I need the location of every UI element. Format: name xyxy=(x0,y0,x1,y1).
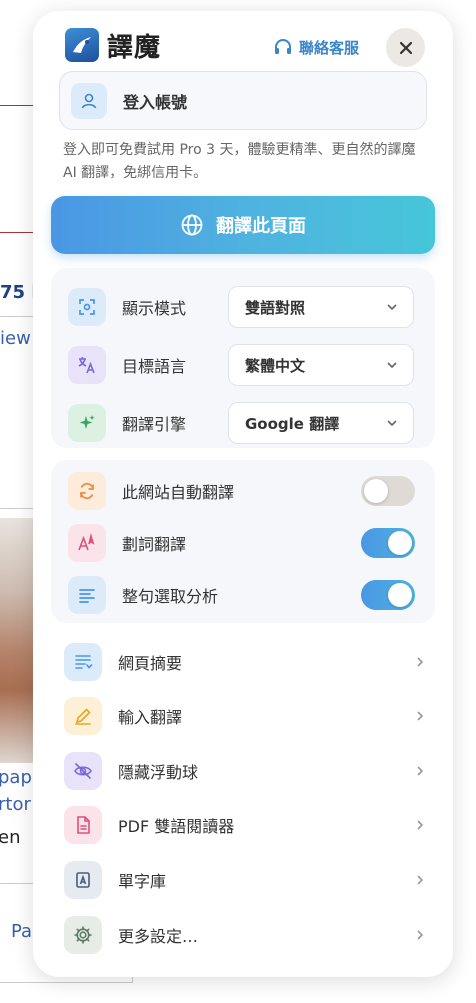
translate-page-label: 翻譯此頁面 xyxy=(216,216,306,237)
bg-link[interactable]: rtor xyxy=(0,794,31,815)
refresh-icon xyxy=(68,472,106,510)
menu-item-label: 輸入翻譯 xyxy=(118,708,183,727)
align-left-icon xyxy=(68,576,106,614)
toggle-knob xyxy=(388,531,412,555)
close-icon xyxy=(399,41,412,54)
toggle-knob xyxy=(388,583,412,607)
menu-item-wordbook[interactable]: 單字庫 xyxy=(47,855,439,905)
scan-icon xyxy=(68,288,106,326)
chevron-down-icon xyxy=(387,362,397,369)
summary-icon xyxy=(64,643,102,681)
login-label: 登入帳號 xyxy=(123,92,188,112)
sentence-analysis-toggle[interactable] xyxy=(361,580,415,610)
menu-item-page-summary[interactable]: 網頁摘要 xyxy=(47,637,439,687)
app-logo-icon xyxy=(65,28,99,62)
chevron-right-icon xyxy=(417,711,424,721)
menu-item-more-settings[interactable]: 更多設定… xyxy=(47,910,439,960)
sparkle-icon xyxy=(68,404,106,442)
auto-translate-label: 此網站自動翻譯 xyxy=(122,483,235,502)
gear-icon xyxy=(64,916,102,954)
translation-engine-row: 翻譯引擎 Google 翻譯 xyxy=(51,400,435,446)
chevron-down-icon xyxy=(387,304,397,311)
settings-card: 顯示模式 雙語對照 目標語言 繁體中文 翻譯引擎 Google 翻譯 xyxy=(51,268,435,448)
chevron-right-icon xyxy=(417,930,424,940)
target-language-select[interactable]: 繁體中文 xyxy=(228,344,414,386)
auto-translate-toggle[interactable] xyxy=(361,476,415,506)
bg-link[interactable]: pap xyxy=(0,767,32,788)
close-button[interactable] xyxy=(386,28,425,67)
sentence-analysis-label: 整句選取分析 xyxy=(122,587,219,606)
translate-page-button[interactable]: 翻譯此頁面 xyxy=(51,196,435,254)
app-logo-text: 譯魔 xyxy=(107,33,162,63)
headset-icon xyxy=(275,38,291,54)
text-select-icon xyxy=(68,524,106,562)
auto-translate-row: 此網站自動翻譯 xyxy=(51,468,435,514)
menu-item-input-translate[interactable]: 輸入翻譯 xyxy=(47,691,439,741)
wordbook-icon xyxy=(64,861,102,899)
background-image xyxy=(0,518,36,763)
login-button[interactable]: 登入帳號 xyxy=(59,71,427,130)
support-label: 聯絡客服 xyxy=(299,39,360,57)
display-mode-label: 顯示模式 xyxy=(122,299,187,318)
bg-link[interactable]: iew xyxy=(0,328,31,349)
target-language-value: 繁體中文 xyxy=(245,356,306,375)
display-mode-row: 顯示模式 雙語對照 xyxy=(51,284,435,330)
selection-translate-toggle[interactable] xyxy=(361,528,415,558)
user-icon xyxy=(71,82,107,119)
target-language-label: 目標語言 xyxy=(122,357,187,376)
menu-item-label: 更多設定… xyxy=(118,927,199,946)
target-language-row: 目標語言 繁體中文 xyxy=(51,342,435,388)
pdf-icon xyxy=(64,806,102,844)
menu-item-pdf-reader[interactable]: PDF 雙語閱讀器 xyxy=(47,800,439,850)
translation-engine-select[interactable]: Google 翻譯 xyxy=(228,402,414,444)
translator-popup: 譯魔 聯絡客服 登入帳號 登入即可免費試用 Pro 3 天，體驗更精準、更自然的… xyxy=(33,11,453,977)
menu-item-label: 單字庫 xyxy=(118,872,167,891)
menu-item-hide-float-ball[interactable]: 隱藏浮動球 xyxy=(47,746,439,796)
chevron-right-icon xyxy=(417,766,424,776)
chevron-right-icon xyxy=(417,657,424,667)
toggles-card: 此網站自動翻譯 劃詞翻譯 整句選取分析 xyxy=(51,460,435,623)
selection-translate-label: 劃詞翻譯 xyxy=(122,535,187,554)
menu-item-label: 隱藏浮動球 xyxy=(118,763,199,782)
pencil-icon xyxy=(64,697,102,735)
display-mode-value: 雙語對照 xyxy=(245,298,306,317)
menu-item-label: 網頁摘要 xyxy=(118,654,183,673)
globe-icon xyxy=(181,214,203,236)
chevron-down-icon xyxy=(387,420,397,427)
translation-engine-value: Google 翻譯 xyxy=(245,414,340,433)
chevron-right-icon xyxy=(417,875,424,885)
trial-promo-text: 登入即可免費試用 Pro 3 天，體驗更精準、更自然的譯魔 AI 翻譯，免綁信用… xyxy=(63,142,416,181)
display-mode-select[interactable]: 雙語對照 xyxy=(228,286,414,328)
selection-translate-row: 劃詞翻譯 xyxy=(51,520,435,566)
eye-off-icon xyxy=(64,752,102,790)
sentence-analysis-row: 整句選取分析 xyxy=(51,572,435,618)
menu-item-label: PDF 雙語閱讀器 xyxy=(118,817,235,836)
bg-text: en xyxy=(0,827,21,848)
chevron-right-icon xyxy=(417,820,424,830)
translation-engine-label: 翻譯引擎 xyxy=(122,415,187,434)
toggle-knob xyxy=(364,479,388,503)
support-link[interactable]: 聯絡客服 xyxy=(273,37,359,58)
translate-icon xyxy=(68,346,106,384)
